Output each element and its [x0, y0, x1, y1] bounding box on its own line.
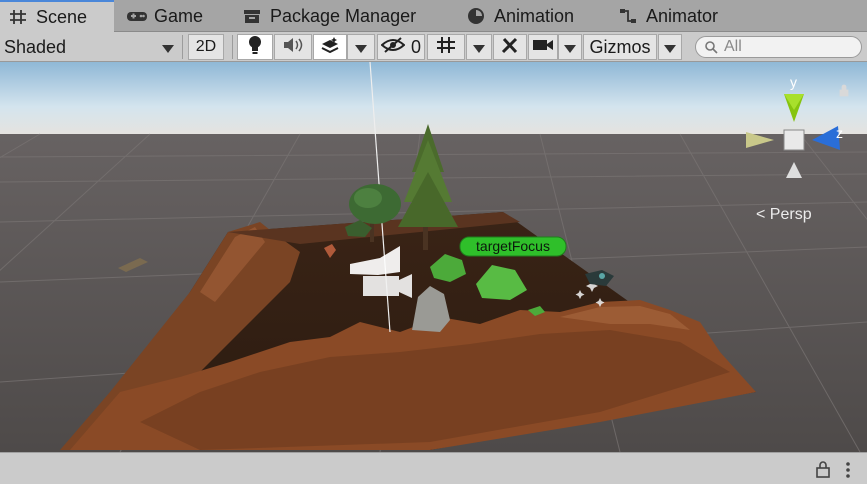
chevron-down-icon [162, 37, 174, 58]
tab-scene[interactable]: Scene [0, 0, 114, 32]
menu-kebab-icon[interactable] [845, 461, 851, 484]
2d-toggle-button[interactable]: 2D [188, 34, 224, 60]
video-camera-icon [532, 37, 554, 58]
eye-slash-icon [380, 36, 406, 59]
camera-button[interactable] [528, 34, 558, 60]
grid-hash-icon [435, 35, 457, 60]
package-icon [242, 7, 264, 25]
tab-animator[interactable]: Animator [614, 0, 738, 32]
gizmo-center-cube[interactable] [783, 129, 805, 151]
tools-icon [500, 35, 520, 60]
gamepad-icon [126, 7, 148, 25]
light-bulb-icon [247, 35, 263, 60]
lighting-toggle-button[interactable] [237, 34, 273, 60]
tab-game-label: Game [154, 5, 204, 26]
chevron-down-icon [564, 37, 576, 58]
camera-dropdown[interactable] [558, 34, 582, 60]
scene-visibility-button[interactable]: 0 [377, 34, 425, 60]
speaker-icon [282, 36, 304, 59]
tools-button[interactable] [493, 34, 527, 60]
tab-animation-label: Animation [494, 5, 575, 26]
draw-mode-label: Shaded [4, 36, 67, 57]
draw-mode-dropdown[interactable]: Shaded [2, 34, 178, 60]
layers-icon [319, 36, 341, 59]
effects-toggle-button[interactable] [313, 34, 347, 60]
audio-toggle-button[interactable] [274, 34, 312, 60]
target-focus-label: targetFocus [476, 238, 550, 254]
search-input[interactable]: All [695, 36, 862, 58]
gizmos-label: Gizmos [589, 36, 651, 57]
search-icon [704, 40, 718, 54]
animator-icon [618, 7, 640, 25]
tab-bar: Scene Game Package Manager Animation Ani… [0, 0, 867, 32]
projection-label[interactable]: < Persp [756, 206, 812, 223]
search-placeholder: All [724, 38, 742, 55]
2d-toggle-label: 2D [195, 38, 217, 55]
effects-dropdown[interactable] [347, 34, 375, 60]
chevron-down-icon [355, 37, 367, 58]
sky [0, 62, 867, 137]
gizmos-button[interactable]: Gizmos [583, 34, 657, 60]
tab-package-manager-label: Package Manager [270, 5, 417, 26]
chevron-down-icon [664, 37, 676, 58]
tab-animation[interactable]: Animation [462, 0, 596, 32]
grid-snap-button[interactable] [427, 34, 465, 60]
chevron-down-icon [473, 37, 485, 58]
grid-icon [8, 8, 30, 26]
tab-package-manager[interactable]: Package Manager [238, 0, 452, 32]
hidden-object-count: 0 [410, 36, 421, 57]
status-bar [0, 452, 867, 484]
axis-z-label: z [836, 125, 843, 141]
scene-viewport[interactable]: targetFocus y z < Persp [0, 62, 867, 452]
gizmos-dropdown[interactable] [658, 34, 682, 60]
animation-clock-icon [466, 7, 488, 25]
tab-scene-label: Scene [36, 6, 88, 27]
lock-icon[interactable] [816, 460, 830, 483]
tab-animator-label: Animator [646, 5, 719, 26]
grid-dropdown[interactable] [466, 34, 492, 60]
tab-game[interactable]: Game [122, 0, 226, 32]
axis-y-label: y [790, 74, 797, 90]
